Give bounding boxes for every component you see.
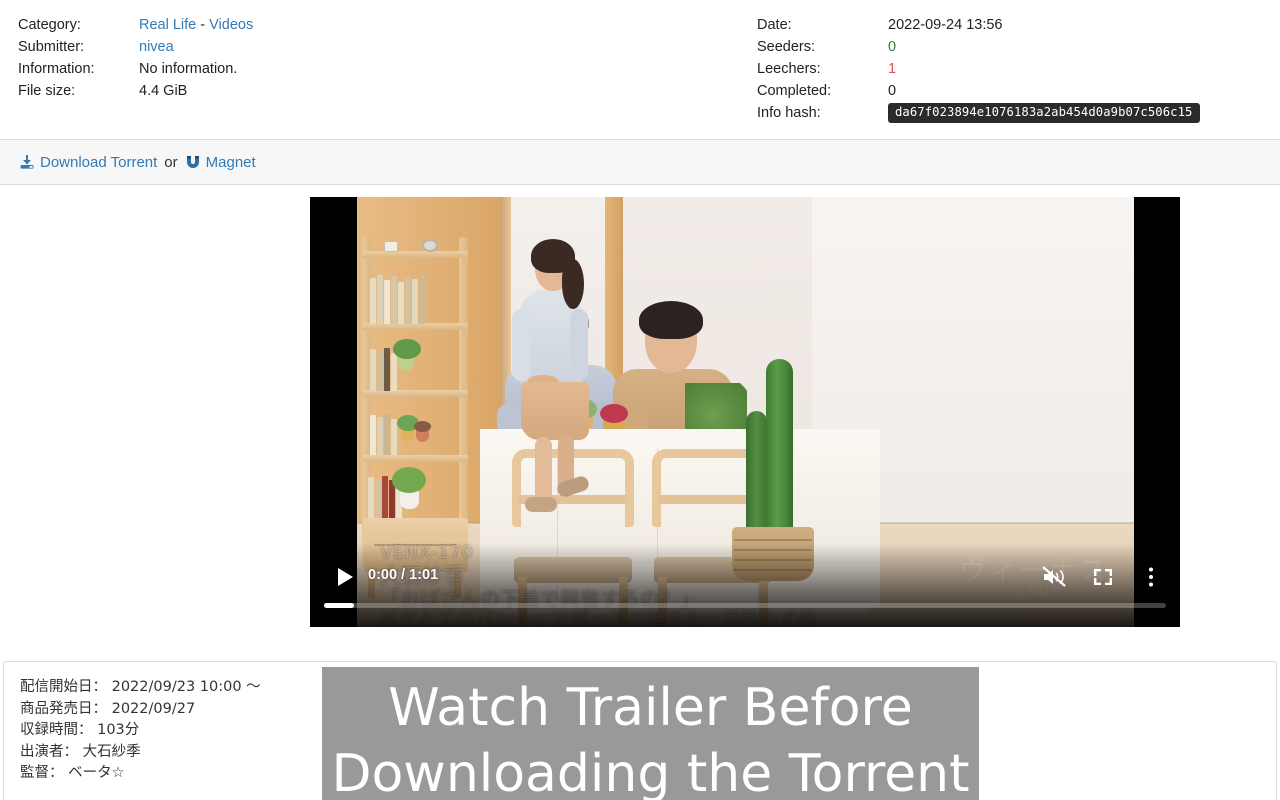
magnet-icon — [185, 154, 201, 170]
torrent-info-left-column: Category: Real Life - Videos Submitter: … — [18, 14, 253, 102]
time-display: 0:00 / 1:01 — [368, 567, 439, 583]
cactus-pot-band-2 — [734, 549, 812, 551]
woman-ponytail — [562, 259, 584, 309]
play-button[interactable] — [327, 565, 363, 589]
bookshelf-plant-leaves-1 — [393, 339, 421, 359]
category-link-primary[interactable]: Real Life — [139, 17, 196, 33]
bookshelf-board-2 — [362, 323, 468, 330]
completed-label: Completed: — [757, 83, 832, 99]
date-label: Date: — [757, 17, 792, 33]
japanese-metadata-list: 配信開始日： 2022/09/23 10:00 ～ 商品発売日： 2022/09… — [20, 677, 261, 785]
info-hash-value[interactable]: da67f023894e1076183a2ab454d0a9b07c506c15 — [888, 103, 1200, 123]
cactus-body — [766, 359, 793, 535]
progress-bar[interactable] — [324, 603, 1166, 608]
submitter-link[interactable]: nivea — [139, 36, 174, 58]
info-row-file-size: File size: 4.4 GiB — [18, 80, 253, 102]
info-row-info-hash: Info hash: da67f023894e1076183a2ab454d0a… — [757, 102, 1200, 124]
info-row-information: Information: No information. — [18, 58, 253, 80]
info-row-date: Date: 2022-09-24 13:56 — [757, 14, 1200, 36]
category-value: Real Life - Videos — [139, 14, 253, 36]
info-row-seeders: Seeders: 0 — [757, 36, 1200, 58]
bookshelf-plant-leaves-4 — [392, 467, 426, 493]
bookshelf-board-3 — [362, 390, 468, 397]
meta-duration: 収録時間： 103分 — [20, 722, 140, 738]
info-row-leechers: Leechers: 1 — [757, 58, 1200, 80]
info-row-completed: Completed: 0 — [757, 80, 1200, 102]
download-icon — [19, 154, 35, 170]
seeders-label: Seeders: — [757, 39, 816, 55]
seeders-value: 0 — [888, 39, 897, 55]
mute-button[interactable] — [1040, 564, 1070, 590]
more-options-button[interactable] — [1136, 564, 1166, 590]
table-flowers — [600, 404, 628, 423]
bookshelf-drawer-handle — [374, 544, 456, 546]
torrent-info-right-column: Date: 2022-09-24 13:56 Seeders: 0 Leeche… — [757, 14, 1200, 124]
download-torrent-label: Download Torrent — [40, 153, 158, 171]
woman-slipper-left — [525, 497, 557, 512]
cactus-pot-band-1 — [734, 539, 812, 541]
submitter-label: Submitter: — [18, 39, 85, 55]
torrent-info-panel: Category: Real Life - Videos Submitter: … — [0, 0, 1280, 140]
leechers-value: 1 — [888, 61, 897, 77]
bookshelf-board-4 — [362, 455, 468, 462]
bookshelf-books-row-2 — [370, 347, 397, 391]
info-hash-label: Info hash: — [757, 105, 821, 121]
younger-man-hair — [639, 301, 703, 339]
category-separator: - — [196, 17, 210, 33]
bookshelf-board-1 — [362, 251, 468, 258]
completed-value: 0 — [888, 83, 897, 99]
description-panel: 配信開始日： 2022/09/23 10:00 ～ 商品発売日： 2022/09… — [0, 653, 1280, 800]
info-row-submitter: Submitter: nivea — [18, 36, 253, 58]
meta-director: 監督： ベータ☆ — [20, 765, 125, 781]
watch-trailer-banner: Watch Trailer Before Downloading the Tor… — [322, 667, 979, 800]
fullscreen-button[interactable] — [1088, 564, 1118, 590]
bookshelf-photo-frame — [384, 241, 398, 252]
information-label: Information: — [18, 61, 95, 77]
information-value: No information. — [139, 61, 238, 77]
meta-product-release-date: 商品発売日： 2022/09/27 — [20, 700, 196, 717]
description-box: 配信開始日： 2022/09/23 10:00 ～ 商品発売日： 2022/09… — [3, 661, 1277, 800]
video-player-section: VENX-170 大石紗季 「おばさんの下着で興奮するの？」 脱ぎたてのパンティ… — [0, 185, 1280, 653]
download-torrent-button[interactable]: Download Torrent — [19, 154, 157, 171]
bookshelf-books-row-3 — [370, 413, 397, 455]
meta-performer: 出演者： 大石紗季 — [20, 743, 141, 760]
progress-bar-loaded — [324, 603, 355, 608]
date-value: 2022-09-24 13:56 — [888, 17, 1003, 33]
woman-skirt — [521, 382, 589, 440]
category-label: Category: — [18, 17, 81, 33]
download-bar: Download Torrent or Magnet — [0, 140, 1280, 185]
woman-arm-right — [570, 309, 588, 381]
woman-arm-left — [512, 309, 530, 381]
info-row-category: Category: Real Life - Videos — [18, 14, 253, 36]
category-link-secondary[interactable]: Videos — [209, 17, 253, 33]
magnet-button[interactable]: Magnet — [185, 154, 256, 171]
magnet-label: Magnet — [205, 153, 256, 171]
download-or-label: or — [164, 153, 178, 171]
bookshelf-ornament — [422, 239, 438, 252]
meta-release-start-date: 配信開始日： 2022/09/23 10:00 ～ — [20, 679, 261, 695]
bookshelf-plant-leaves-3 — [414, 421, 431, 432]
leechers-label: Leechers: — [757, 61, 821, 77]
banner-line-2: Downloading the Torrent — [331, 743, 970, 800]
file-size-value: 4.4 GiB — [139, 83, 188, 99]
bookshelf-books-row-1 — [370, 274, 425, 324]
video-player[interactable]: VENX-170 大石紗季 「おばさんの下着で興奮するの？」 脱ぎたてのパンティ… — [310, 197, 1180, 627]
player-controls-row: 0:00 / 1:01 — [310, 557, 1180, 595]
cactus-arm — [746, 411, 767, 535]
file-size-label: File size: — [18, 83, 76, 99]
banner-line-1: Watch Trailer Before — [388, 677, 913, 738]
